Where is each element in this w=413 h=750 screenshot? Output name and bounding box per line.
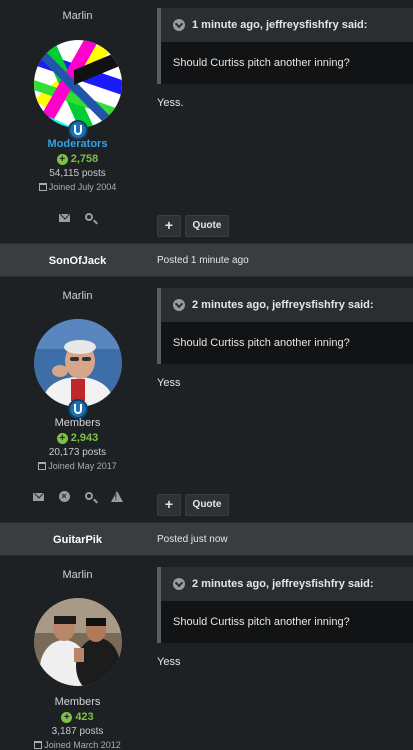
role-badge-icon [68, 399, 88, 419]
reputation-value: 2,758 [70, 153, 99, 165]
find-content-button[interactable] [84, 491, 97, 503]
author-name[interactable]: SonOfJack [0, 244, 155, 278]
find-content-button[interactable] [84, 212, 97, 224]
quote-citation-text: 1 minute ago, jeffreysfishfry said: [192, 19, 368, 31]
reputation-value: 2,943 [70, 432, 99, 444]
author-group-name[interactable]: Members [0, 417, 155, 429]
calendar-icon [38, 183, 47, 191]
quote-citation-text: 2 minutes ago, jeffreysfishfry said: [192, 578, 374, 590]
post-actions: + Quote [157, 215, 229, 237]
joined-text: Joined May 2017 [48, 461, 117, 471]
chevron-down-circle-icon [173, 299, 185, 311]
posts-count: 20,173 posts [48, 447, 107, 458]
post-body: Yess. [157, 97, 184, 109]
author-tools: × [0, 491, 155, 503]
reputation: + 2,758 [0, 153, 155, 165]
reputation: + 423 [0, 711, 155, 723]
post-actions: + Quote [157, 494, 229, 516]
search-icon [84, 492, 93, 500]
envelope-icon [32, 493, 44, 501]
envelope-icon [58, 214, 70, 222]
search-icon [84, 213, 93, 221]
block-icon: × [58, 491, 70, 502]
joined-date: Joined May 2017 [0, 461, 155, 471]
post-date[interactable]: Posted just now [157, 523, 228, 557]
post-body: Yess [157, 377, 181, 389]
posts-count: 3,187 posts [51, 726, 104, 737]
reputation: + 2,943 [0, 432, 155, 444]
avatar[interactable] [34, 598, 122, 686]
calendar-icon [38, 462, 47, 470]
quote-block: 1 minute ago, jeffreysfishfry said: Shou… [157, 8, 413, 84]
quote-text: Should Curtiss pitch another inning? [157, 42, 413, 84]
report-button[interactable] [110, 491, 123, 503]
plus-circle-icon: + [61, 711, 73, 723]
author-group-title: Marlin [62, 290, 93, 302]
plus-circle-icon: + [56, 432, 68, 444]
reputation-value: 423 [75, 711, 94, 723]
multiquote-button[interactable]: + [157, 494, 181, 516]
quote-text: Should Curtiss pitch another inning? [157, 322, 413, 364]
post-header: SonOfJack Posted 1 minute ago [0, 243, 413, 277]
calendar-icon [34, 741, 43, 749]
quote-citation[interactable]: 2 minutes ago, jeffreysfishfry said: [157, 567, 413, 601]
author-group-name[interactable]: Moderators [0, 138, 155, 150]
avatar[interactable] [34, 319, 122, 407]
multiquote-button[interactable]: + [157, 215, 181, 237]
post-header: GuitarPik Posted just now [0, 522, 413, 556]
post-body: Yess [157, 656, 181, 668]
message-button[interactable] [32, 491, 45, 503]
message-button[interactable] [58, 212, 71, 224]
author-group-title: Marlin [62, 10, 93, 22]
quote-button[interactable]: Quote [185, 494, 229, 516]
role-badge-icon [68, 120, 88, 140]
joined-date: Joined July 2004 [0, 182, 155, 192]
quote-citation[interactable]: 2 minutes ago, jeffreysfishfry said: [157, 288, 413, 322]
quote-button[interactable]: Quote [185, 215, 229, 237]
author-group-name[interactable]: Members [0, 696, 155, 708]
quote-block: 2 minutes ago, jeffreysfishfry said: Sho… [157, 567, 413, 643]
post-date[interactable]: Posted 1 minute ago [157, 244, 249, 278]
quote-citation-text: 2 minutes ago, jeffreysfishfry said: [192, 299, 374, 311]
joined-text: Joined March 2012 [44, 740, 121, 750]
chevron-down-circle-icon [173, 578, 185, 590]
author-group-title: Marlin [62, 569, 93, 581]
avatar[interactable] [34, 40, 122, 128]
quote-citation[interactable]: 1 minute ago, jeffreysfishfry said: [157, 8, 413, 42]
author-name[interactable]: GuitarPik [0, 523, 155, 557]
posts-count: 54,115 posts [49, 168, 106, 179]
joined-text: Joined July 2004 [48, 182, 117, 192]
warning-icon [110, 491, 123, 502]
joined-date: Joined March 2012 [0, 740, 155, 750]
chevron-down-circle-icon [173, 19, 185, 31]
quote-text: Should Curtiss pitch another inning? [157, 601, 413, 643]
ignore-button[interactable]: × [58, 491, 71, 503]
plus-circle-icon: + [56, 153, 68, 165]
quote-block: 2 minutes ago, jeffreysfishfry said: Sho… [157, 288, 413, 364]
author-tools [0, 212, 155, 224]
